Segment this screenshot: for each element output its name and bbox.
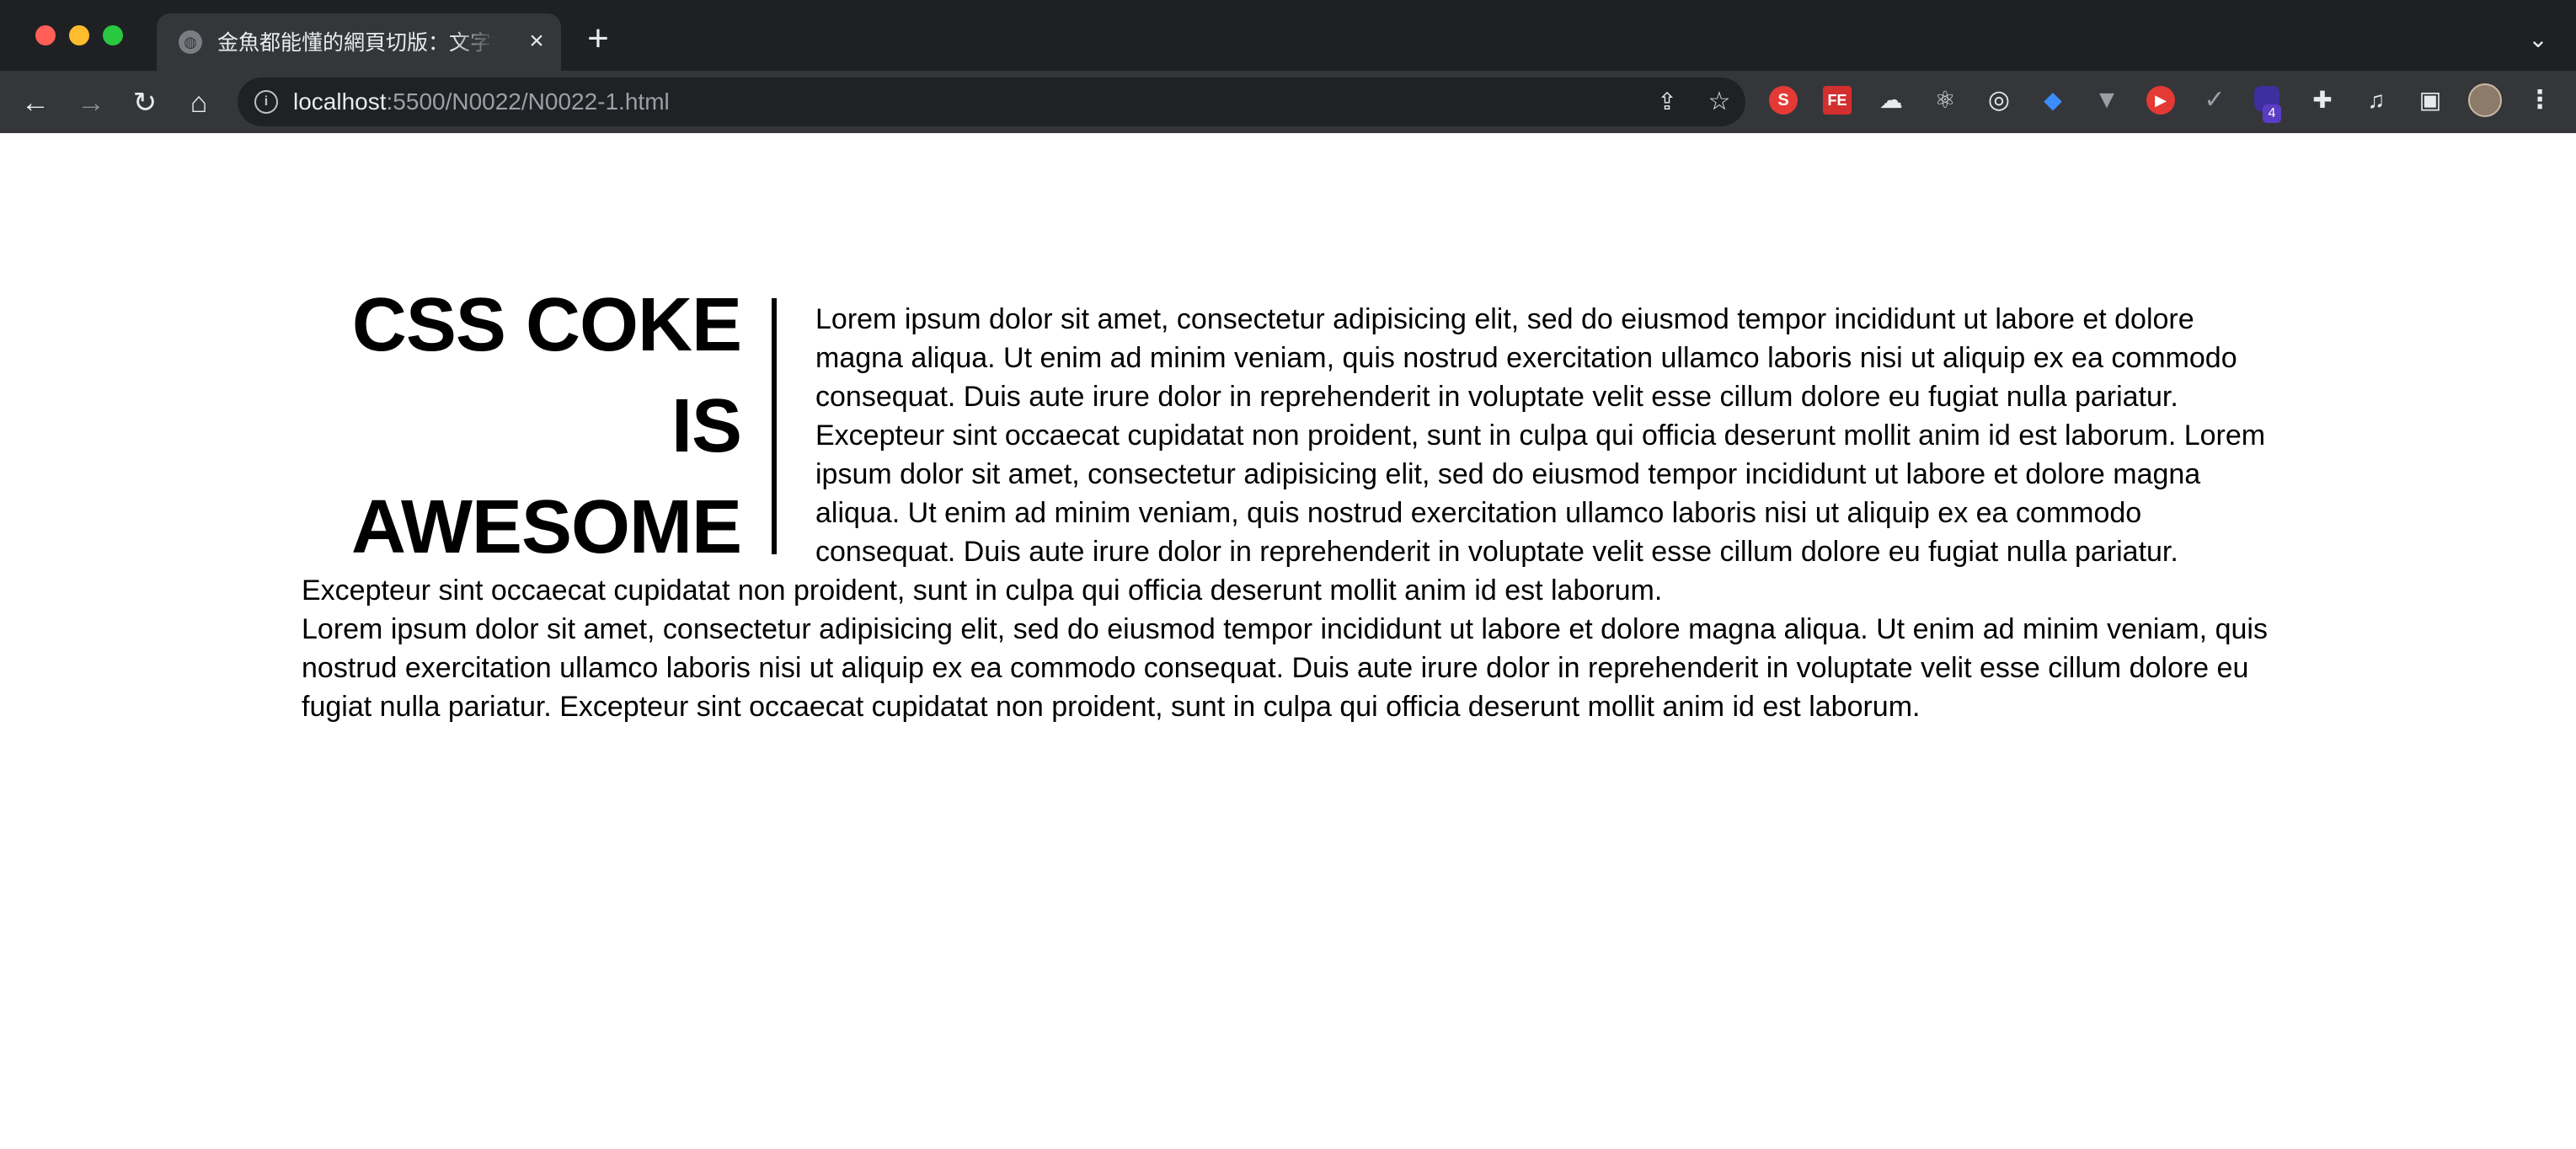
- paragraph-2: Lorem ipsum dolor sit amet, consectetur …: [302, 613, 2268, 723]
- page-content: CSS COKE IS AWESOME Lorem ipsum dolor si…: [302, 133, 2273, 1149]
- minimize-window-button[interactable]: [69, 25, 89, 45]
- extension-badge: 4: [2263, 104, 2281, 123]
- check-extension-icon[interactable]: ✓: [2200, 86, 2229, 115]
- fe-extension-icon[interactable]: FE: [1823, 86, 1852, 115]
- more-icon[interactable]: ⋮: [2525, 86, 2554, 115]
- tab-title: 金魚都能懂的網頁切版：文字排版: [217, 31, 495, 55]
- gem-extension-icon[interactable]: ◆: [2039, 86, 2067, 115]
- media-icon[interactable]: ♫: [2362, 86, 2391, 115]
- forward-icon[interactable]: →: [72, 84, 110, 121]
- browser-toolbar: ← → ↻ ⌂ i localhost:5500/N0022/N0022-1.h…: [0, 71, 2576, 133]
- close-window-button[interactable]: [35, 25, 56, 45]
- home-icon[interactable]: ⌂: [180, 84, 217, 121]
- tab-strip: ◍ 金魚都能懂的網頁切版：文字排版 × + ⌄: [0, 0, 2576, 71]
- puzzle-icon[interactable]: ✚: [2308, 86, 2337, 115]
- play-extension-icon[interactable]: ▶: [2146, 86, 2175, 115]
- address-bar[interactable]: i localhost:5500/N0022/N0022-1.html ⇪ ☆: [238, 77, 1745, 126]
- target-extension-icon[interactable]: ◎: [1985, 86, 2013, 115]
- share-icon[interactable]: ⇪: [1653, 88, 1681, 116]
- active-tab[interactable]: ◍ 金魚都能懂的網頁切版：文字排版 ×: [157, 13, 561, 71]
- sidepanel-icon[interactable]: ▣: [2416, 86, 2445, 115]
- s-extension-icon[interactable]: S: [1769, 86, 1798, 115]
- browser-chrome: ◍ 金魚都能懂的網頁切版：文字排版 × + ⌄ ← → ↻ ⌂ i localh…: [0, 0, 2576, 133]
- new-tab-button[interactable]: +: [581, 20, 615, 57]
- reload-icon[interactable]: ↻: [126, 84, 163, 121]
- cloud-extension-icon[interactable]: ☁: [1877, 86, 1905, 115]
- vue-devtools-icon[interactable]: ▼: [2092, 86, 2121, 115]
- maximize-window-button[interactable]: [103, 25, 123, 45]
- url-path: :5500/N0022/N0022-1.html: [386, 88, 670, 115]
- back-icon[interactable]: ←: [17, 84, 54, 121]
- hero-block: CSS COKE IS AWESOME: [302, 283, 777, 569]
- react-devtools-icon[interactable]: ⚛: [1931, 86, 1959, 115]
- close-tab-icon[interactable]: ×: [522, 27, 551, 56]
- url-host: localhost: [293, 88, 387, 115]
- globe-icon: ◍: [179, 30, 202, 54]
- profile-avatar[interactable]: [2468, 83, 2502, 117]
- page-heading: CSS COKE IS AWESOME: [350, 283, 742, 569]
- tab-search-chevron-icon[interactable]: ⌄: [2524, 25, 2552, 54]
- url-text[interactable]: localhost:5500/N0022/N0022-1.html: [293, 88, 670, 116]
- info-icon[interactable]: i: [254, 90, 278, 114]
- star-icon[interactable]: ☆: [1705, 88, 1734, 116]
